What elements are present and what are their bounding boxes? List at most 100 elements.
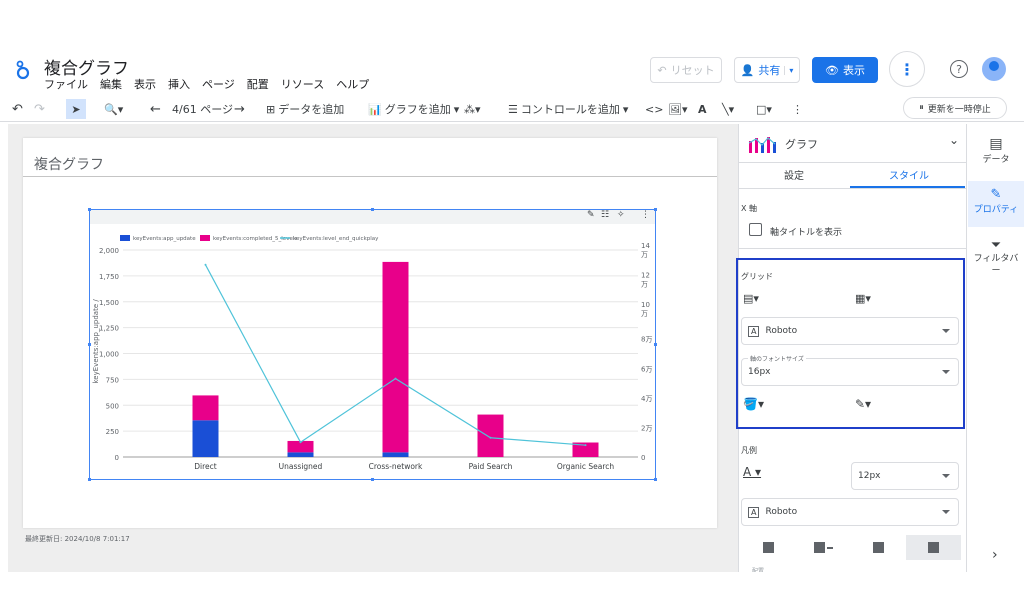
axis-font-size-label: 軸のフォントサイズ [748, 354, 806, 363]
x-tick-label: Paid Search [469, 462, 513, 471]
avatar[interactable] [982, 57, 1006, 81]
legend-swatch [120, 235, 130, 241]
page-title[interactable]: 複合グラフ [34, 154, 104, 174]
next-page-icon[interactable]: → [234, 100, 245, 118]
add-data-button[interactable]: ⊞ データを追加 [266, 100, 344, 118]
undo-icon[interactable]: ↶ [12, 100, 23, 118]
menu-edit[interactable]: 編集 [100, 76, 122, 92]
reset-button[interactable]: ↶ リセット [650, 57, 722, 83]
y2-tick-label: 8万 [641, 336, 652, 344]
combo-chart: 0 250 500 750 1,000 1,250 1,500 1,750 2,000 0 2万 4万… [92, 235, 652, 471]
y-axis-label: keyEvents:app_update / [92, 299, 100, 384]
y2-tick-label: 万 [641, 310, 648, 318]
rail-filter-bar[interactable]: ⏷ フィルタバー [968, 238, 1024, 277]
menu-resources[interactable]: リソース [281, 76, 324, 92]
resize-handle[interactable] [654, 208, 657, 211]
legend-section-title: 凡例 [741, 446, 757, 455]
y-tick-label: 500 [106, 402, 119, 410]
line-icon[interactable]: ╲▾ [722, 100, 734, 118]
chart-type-label[interactable]: グラフ [785, 136, 818, 152]
y-tick-label: 1,750 [99, 273, 119, 281]
rail-data[interactable]: ▤ データ [968, 136, 1024, 165]
prev-page-icon[interactable]: ← [150, 100, 161, 118]
add-component-icon[interactable]: ⁂▾ [464, 100, 481, 118]
y2-tick-label: 14 [641, 242, 650, 250]
text-box-icon[interactable]: A [698, 100, 707, 118]
y-tick-label: 1,500 [99, 299, 119, 307]
edit-toolbar: ↶ ↷ ➤ 🔍▾ ← 4/61 ページ → ⊞ データを追加 📊 グラフを追加 … [0, 96, 1024, 122]
chevron-down-icon[interactable]: ⌄ [949, 133, 959, 147]
tab-setup[interactable]: 設定 [784, 167, 804, 182]
add-control-button[interactable]: ☰ コントロールを追加 ▾ [508, 100, 628, 118]
help-icon[interactable]: ? [950, 60, 968, 78]
control-icon: ☰ [508, 102, 518, 116]
legend-font-family-select[interactable]: A Roboto [741, 498, 959, 526]
chevron-down-icon [942, 370, 950, 374]
x-axis-section-title: X 軸 [741, 204, 758, 213]
text-color-icon[interactable]: A ▾ [743, 465, 761, 479]
zoom-icon[interactable]: 🔍▾ [104, 100, 123, 118]
x-tick-label: Organic Search [557, 462, 615, 471]
more-options-icon[interactable]: ⋮ [889, 51, 925, 87]
y-tick-label: 750 [106, 376, 119, 384]
chevron-right-icon[interactable]: › [992, 547, 998, 563]
tab-style[interactable]: スタイル [889, 167, 929, 182]
line-point [489, 436, 492, 439]
add-data-icon: ⊞ [266, 102, 276, 116]
menu-arrange[interactable]: 配置 [247, 76, 269, 92]
rail-properties[interactable]: ✎ プロパティ [968, 181, 1024, 227]
chevron-down-icon [942, 329, 950, 333]
combo-chart-type-icon [748, 137, 776, 153]
bar [382, 452, 409, 457]
grid-color-icon[interactable]: ▦▾ [855, 292, 871, 305]
menu-file[interactable]: ファイル [44, 76, 88, 92]
menu-help[interactable]: ヘルプ [336, 76, 369, 92]
legend-label: keyEvents:app_update [133, 236, 196, 242]
menu-page[interactable]: ページ [202, 76, 235, 92]
pause-updates-button[interactable]: ⏸ 更新を一時停止 [903, 97, 1007, 119]
resize-handle[interactable] [654, 478, 657, 481]
border-color-icon[interactable]: ✎▾ [855, 397, 871, 411]
person-add-icon: 👤 [740, 63, 755, 77]
menu-insert[interactable]: 挿入 [168, 76, 190, 92]
line-point [299, 441, 302, 444]
image-icon[interactable]: 🖼▾ [668, 100, 688, 118]
fill-color-icon[interactable]: 🪣▾ [743, 397, 764, 411]
legend-position-right[interactable] [796, 535, 851, 560]
shape-icon[interactable]: □▾ [756, 100, 772, 118]
x-tick-label: Direct [194, 462, 217, 471]
page-indicator[interactable]: 4/61 ページ [172, 100, 233, 118]
legend-position-left[interactable] [741, 535, 796, 560]
resize-handle[interactable] [88, 478, 91, 481]
y-tick-label: 0 [115, 454, 119, 462]
legend-position-bottom[interactable] [906, 535, 961, 560]
select-cursor-icon[interactable]: ➤ [66, 99, 86, 119]
font-family-select[interactable]: A Roboto [741, 317, 959, 345]
last-updated-text: 最終更新日: 2024/10/8 7:01:17 [25, 535, 130, 543]
axis-color-icon[interactable]: ▤▾ [743, 292, 759, 305]
bar [287, 452, 314, 457]
view-button[interactable]: 👁 表示 [812, 57, 878, 83]
y2-tick-label: 10 [641, 301, 650, 309]
chevron-down-icon[interactable]: ▾ [784, 65, 793, 75]
resize-handle[interactable] [88, 208, 91, 211]
chevron-down-icon [942, 474, 950, 478]
menu-view[interactable]: 表示 [134, 76, 156, 92]
share-button[interactable]: 👤 共有 ▾ [734, 57, 800, 83]
eye-icon: 👁 [825, 63, 839, 77]
legend-font-size-select[interactable]: 12px [851, 462, 959, 490]
code-embed-icon[interactable]: <> [645, 100, 663, 118]
add-chart-button[interactable]: 📊 グラフを追加 ▾ [368, 100, 459, 118]
pause-icon: ⏸ [919, 103, 924, 113]
y2-tick-label: 0 [641, 454, 645, 462]
more-vert-icon[interactable]: ⋮ [792, 100, 803, 118]
resize-handle[interactable] [371, 478, 374, 481]
show-axis-title-checkbox[interactable] [749, 223, 762, 236]
divider [23, 176, 717, 177]
main-menu: ファイル 編集 表示 挿入 ページ 配置 リソース ヘルプ [44, 76, 369, 92]
redo-icon[interactable]: ↷ [34, 100, 45, 118]
table-icon: ▤ [989, 136, 1003, 152]
next-section-title: 配置 [752, 568, 765, 572]
legend-position-top[interactable] [851, 535, 906, 560]
resize-handle[interactable] [371, 208, 374, 211]
